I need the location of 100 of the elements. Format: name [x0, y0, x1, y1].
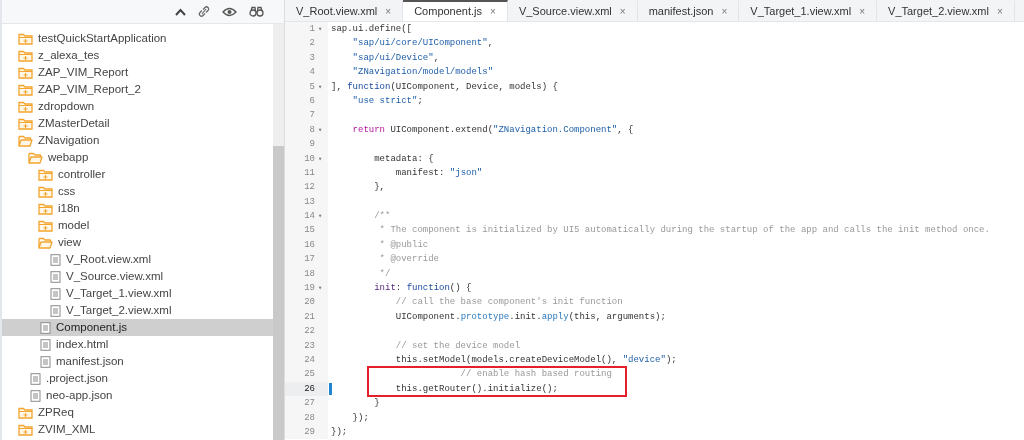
- line-number: 19: [303, 282, 315, 296]
- line-number: 14: [303, 210, 315, 224]
- editor-tab[interactable]: V_Target_1.view.xml ×: [739, 0, 878, 21]
- tree-item[interactable]: V_Source.view.xml: [2, 268, 273, 285]
- tree-item[interactable]: .project.json: [2, 370, 273, 387]
- tree-item[interactable]: model: [2, 217, 273, 234]
- line-number: 10: [303, 152, 315, 166]
- code-line: * The component is initialized by UI5 automatically during the startup of the app and calls the init method once.: [378, 224, 991, 238]
- line-number: 22: [303, 325, 315, 339]
- line-number: 16: [303, 238, 315, 252]
- tree-item[interactable]: controller: [2, 166, 273, 183]
- folder-icon: [18, 100, 33, 113]
- close-tab-button[interactable]: ×: [859, 4, 866, 19]
- eye-icon[interactable]: [222, 6, 237, 17]
- tree-item[interactable]: zdropdown: [2, 98, 273, 115]
- tree-item[interactable]: ZMasterDetail: [2, 115, 273, 132]
- tree-item[interactable]: V_Target_1.view.xml: [2, 285, 273, 302]
- folder-icon: [18, 32, 33, 45]
- line-number: 21: [303, 310, 315, 324]
- line-number: 13: [303, 195, 315, 209]
- tree-item[interactable]: index.html: [2, 336, 273, 353]
- file-icon: [50, 287, 61, 300]
- code-line: // enable hash based routing: [328, 367, 1024, 382]
- scrollbar[interactable]: [273, 24, 284, 440]
- line-number: 12: [303, 181, 315, 195]
- line-number: 8: [308, 123, 315, 137]
- file-icon: [40, 355, 51, 368]
- code-line: // set the device model: [394, 339, 522, 353]
- code-line: ], function(UIComponent, Device, models) {: [330, 80, 559, 94]
- line-number: 17: [303, 253, 315, 267]
- code-line: // call the base component's init function: [394, 296, 624, 310]
- tree-item[interactable]: V_Target_2.view.xml: [2, 302, 273, 319]
- code-line: */: [378, 267, 392, 281]
- code-line: UIComponent.prototype.init.apply(this, arguments);: [394, 310, 667, 324]
- editor-tab[interactable]: manifest.json ×: [637, 0, 740, 21]
- line-number: 9: [308, 138, 315, 152]
- file-icon: [40, 338, 51, 351]
- line-number: 20: [303, 296, 315, 310]
- line-number: 26: [303, 382, 315, 396]
- tree-item[interactable]: ZAP_VIM_Report_2: [2, 81, 273, 98]
- folder-icon: [18, 83, 33, 96]
- editor-tab[interactable]: Component.js ×: [403, 0, 508, 21]
- open-folder-icon: [28, 151, 43, 164]
- folder-icon: [38, 185, 53, 198]
- code-line: * @override: [378, 253, 441, 267]
- file-icon: [30, 389, 41, 402]
- tree-item[interactable]: ZAP_VIM_Report: [2, 64, 273, 81]
- line-number: 25: [303, 368, 315, 382]
- close-tab-button[interactable]: ×: [721, 4, 728, 19]
- tree-item[interactable]: neo-app.json: [2, 387, 273, 404]
- tree-item[interactable]: V_Root.view.xml: [2, 251, 273, 268]
- code-line: init: function() {: [373, 282, 473, 296]
- code-line: });: [330, 425, 349, 439]
- file-icon: [40, 321, 51, 334]
- close-tab-button[interactable]: ×: [996, 4, 1003, 19]
- tree-item[interactable]: ZNavigation: [2, 132, 273, 149]
- code-line: /**: [373, 210, 392, 224]
- scrollbar-thumb[interactable]: [273, 146, 284, 440]
- line-number: 11: [303, 166, 315, 180]
- open-folder-icon: [38, 236, 53, 249]
- line-number: 23: [303, 339, 315, 353]
- code-line: "ZNavigation/model/models": [351, 66, 495, 80]
- editor-tab[interactable]: V_Target_2.view.xml ×: [877, 0, 1015, 21]
- folder-icon: [18, 423, 33, 436]
- folder-icon: [18, 49, 33, 62]
- code-line: "sap/ui/Device",: [351, 51, 441, 65]
- close-tab-button[interactable]: ×: [619, 4, 626, 19]
- line-number: 27: [303, 397, 315, 411]
- folder-icon: [38, 168, 53, 181]
- code-line: this.getRouter().initialize();: [328, 381, 1024, 397]
- line-number: 4: [308, 66, 315, 80]
- file-icon: [50, 304, 61, 317]
- line-number: 7: [308, 109, 315, 123]
- open-folder-icon: [18, 134, 33, 147]
- file-icon: [50, 253, 61, 266]
- tree-item[interactable]: Component.js: [2, 319, 273, 336]
- code-line: sap.ui.define([: [330, 23, 413, 36]
- tree-item[interactable]: testQuickStartApplication: [2, 30, 273, 47]
- code-line: this.setModel(models.createDeviceModel(), "device");: [394, 354, 678, 367]
- tree-item[interactable]: css: [2, 183, 273, 200]
- tree-item[interactable]: webapp: [2, 149, 273, 166]
- code-line: }: [373, 397, 381, 411]
- link-icon[interactable]: [198, 5, 210, 18]
- tree-item[interactable]: ZVIM_XML: [2, 421, 273, 438]
- line-number: 1: [308, 23, 315, 36]
- tree-item[interactable]: ZPReq: [2, 404, 273, 421]
- tree-item[interactable]: view: [2, 234, 273, 251]
- tree-item[interactable]: manifest.json: [2, 353, 273, 370]
- close-tab-button[interactable]: ×: [385, 4, 392, 19]
- close-tab-button[interactable]: ×: [490, 4, 496, 19]
- file-icon: [30, 372, 41, 385]
- line-number: 3: [308, 51, 315, 65]
- caret-up-icon[interactable]: [175, 7, 186, 16]
- code-line: metadata: {: [373, 152, 435, 166]
- tree-item[interactable]: z_alexa_tes: [2, 47, 273, 64]
- binoculars-icon[interactable]: [249, 6, 264, 17]
- editor-tab[interactable]: V_Source.view.xml ×: [507, 0, 638, 21]
- tree-item[interactable]: i18n: [2, 200, 273, 217]
- folder-icon: [18, 406, 33, 419]
- code-line: });: [351, 411, 370, 425]
